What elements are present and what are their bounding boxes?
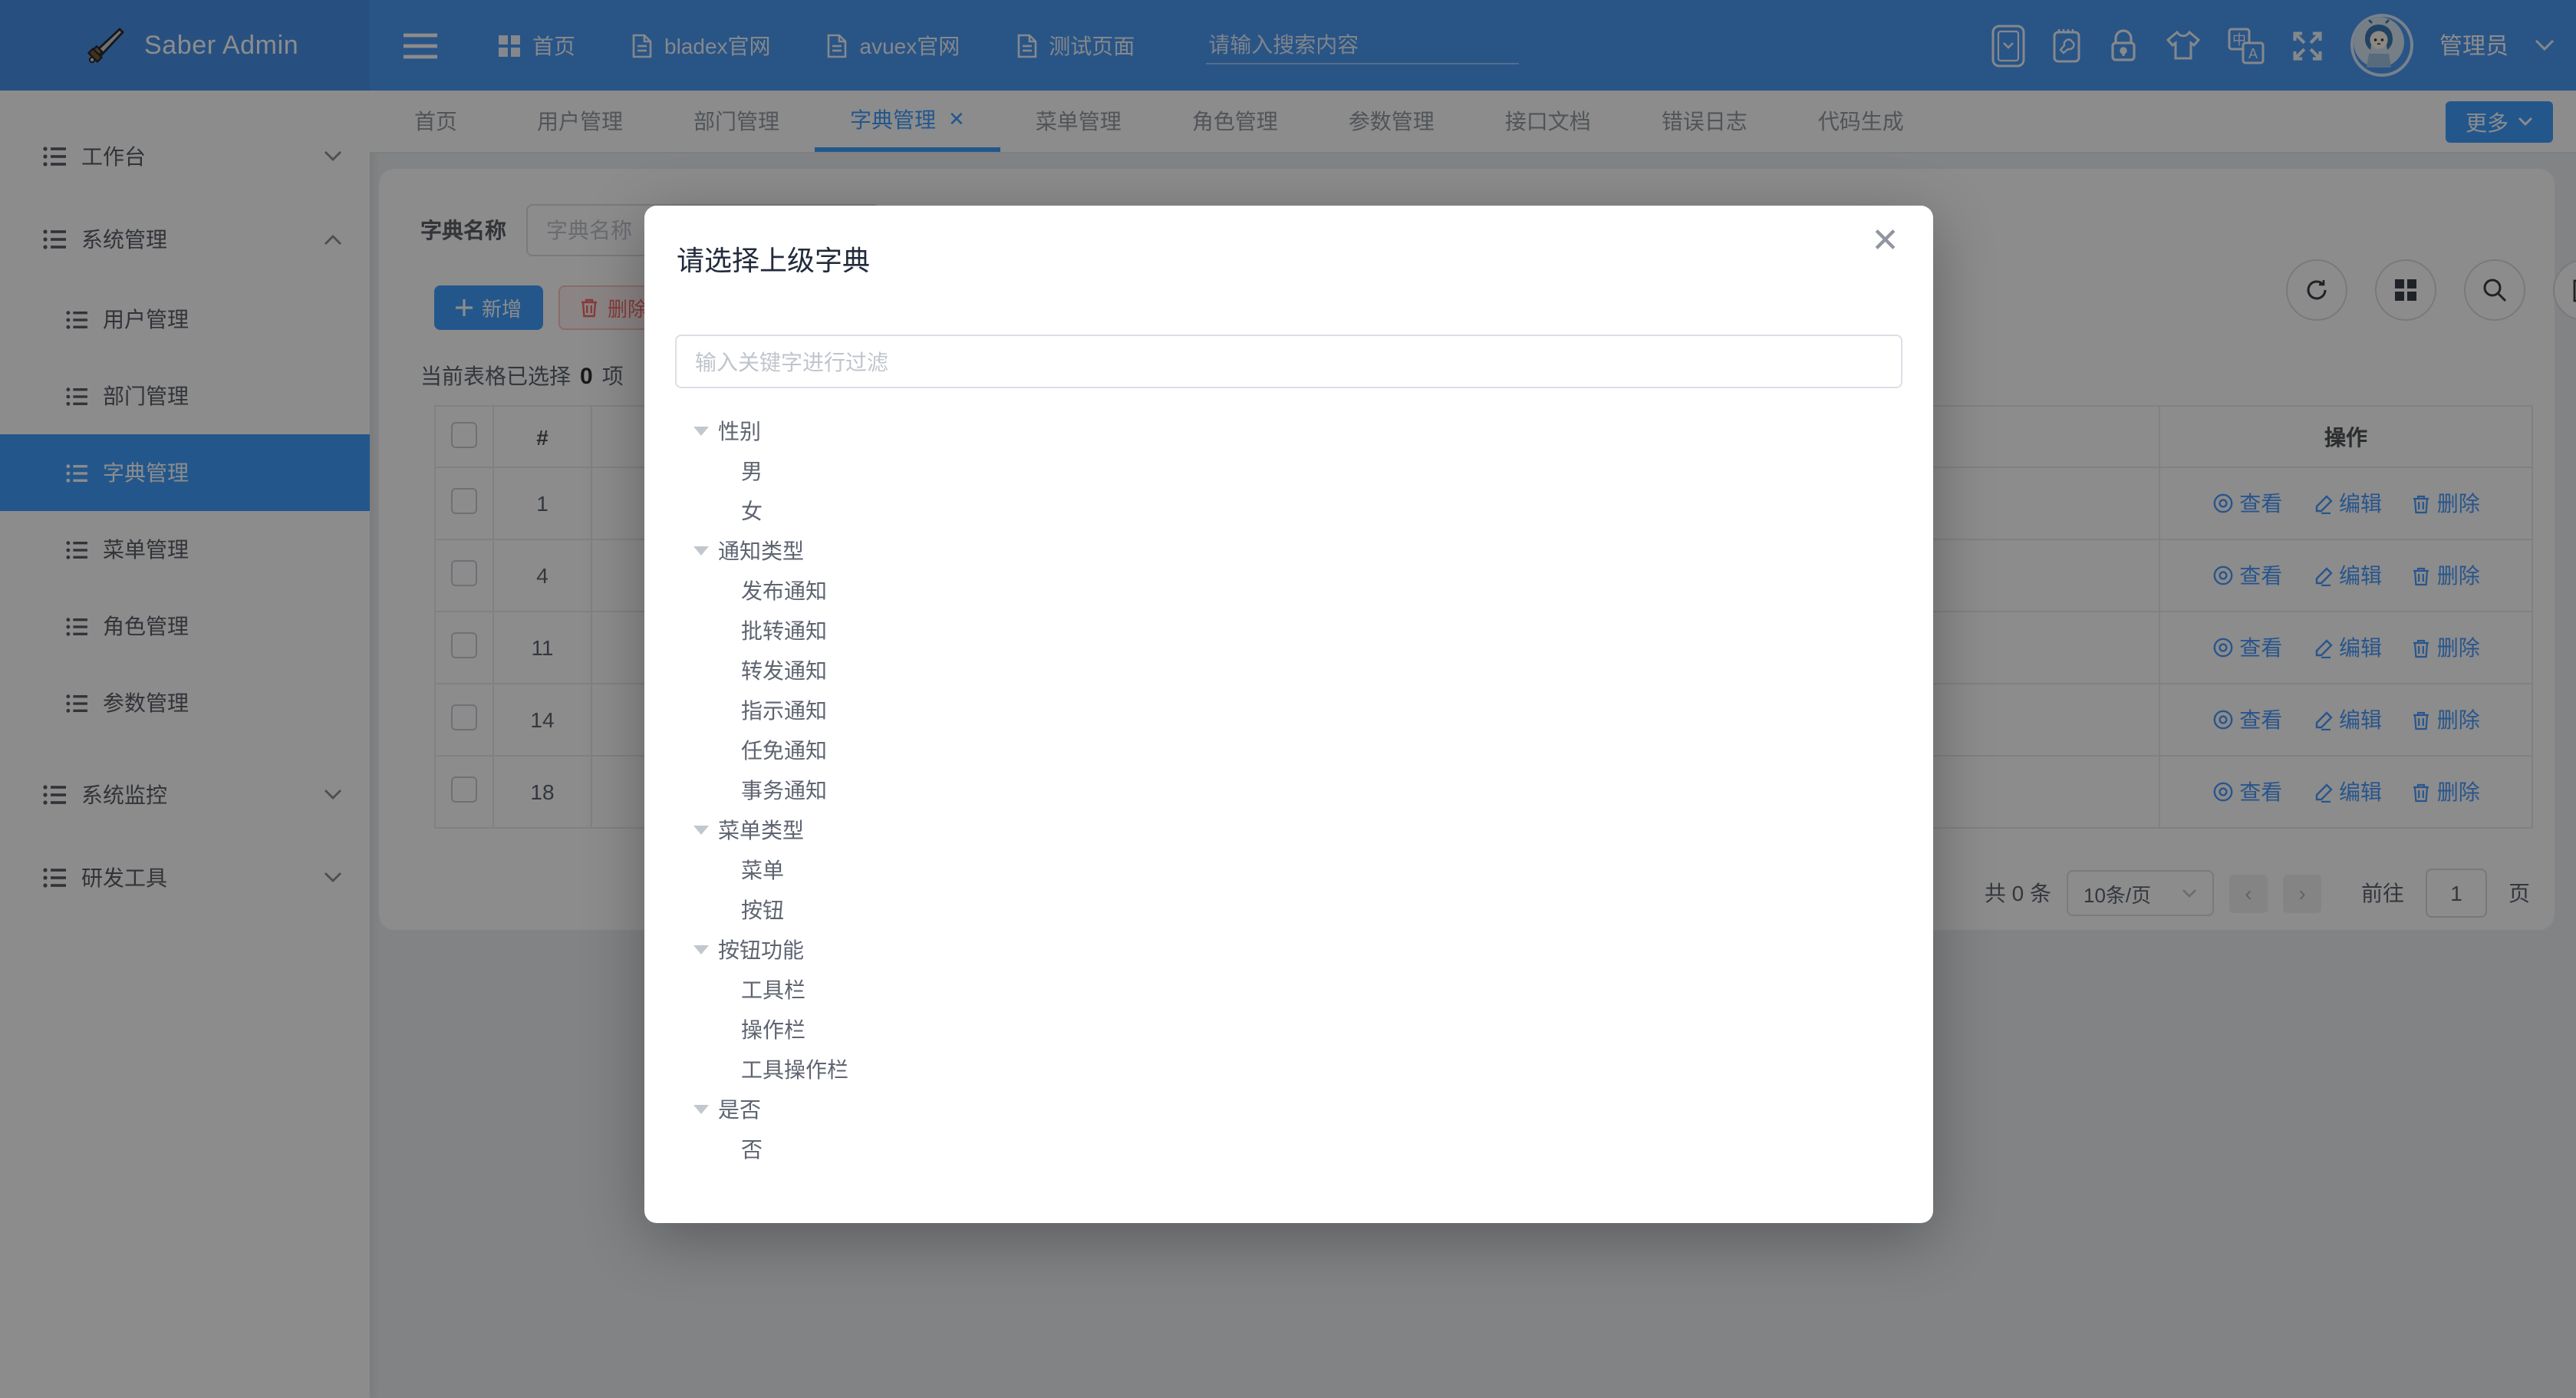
dict-tree: 性别 男 女 通知类型 发布通知 批转通知 转发通知 指示通知 任免通知 事务通… (644, 411, 1933, 1169)
tree-filter-input[interactable] (675, 335, 1902, 388)
caret-down-icon[interactable] (693, 546, 709, 556)
tree-node[interactable]: 女 (644, 491, 1933, 531)
tree-node[interactable]: 按钮 (644, 890, 1933, 930)
tree-node[interactable]: 否 (644, 1129, 1933, 1169)
tree-node[interactable]: 是否 (644, 1090, 1933, 1129)
dialog-title: 请选择上级字典 (677, 239, 870, 279)
tree-node[interactable]: 事务通知 (644, 770, 1933, 810)
parent-dict-dialog: 请选择上级字典 ✕ 性别 男 女 通知类型 发布通知 批转通知 转发通知 指示通… (644, 206, 1933, 1223)
tree-node[interactable]: 工具栏 (644, 970, 1933, 1010)
tree-node[interactable]: 批转通知 (644, 611, 1933, 651)
caret-down-icon[interactable] (693, 427, 709, 436)
tree-node[interactable]: 任免通知 (644, 730, 1933, 770)
caret-down-icon[interactable] (693, 1105, 709, 1114)
tree-node[interactable]: 操作栏 (644, 1010, 1933, 1050)
tree-node[interactable]: 指示通知 (644, 691, 1933, 730)
close-icon[interactable]: ✕ (1871, 224, 1899, 258)
app-root: Saber Admin 首页 bladex官网 avuex官网 测试页面 (0, 0, 2576, 1398)
tree-node[interactable]: 菜单 (644, 850, 1933, 890)
tree-node[interactable]: 按钮功能 (644, 930, 1933, 970)
caret-down-icon[interactable] (693, 945, 709, 955)
tree-node[interactable]: 男 (644, 451, 1933, 491)
tree-node[interactable]: 性别 (644, 411, 1933, 451)
tree-node[interactable]: 发布通知 (644, 571, 1933, 611)
tree-node[interactable]: 转发通知 (644, 651, 1933, 691)
caret-down-icon[interactable] (693, 826, 709, 835)
tree-node[interactable]: 工具操作栏 (644, 1050, 1933, 1090)
tree-node[interactable]: 菜单类型 (644, 810, 1933, 850)
tree-node[interactable]: 通知类型 (644, 531, 1933, 571)
